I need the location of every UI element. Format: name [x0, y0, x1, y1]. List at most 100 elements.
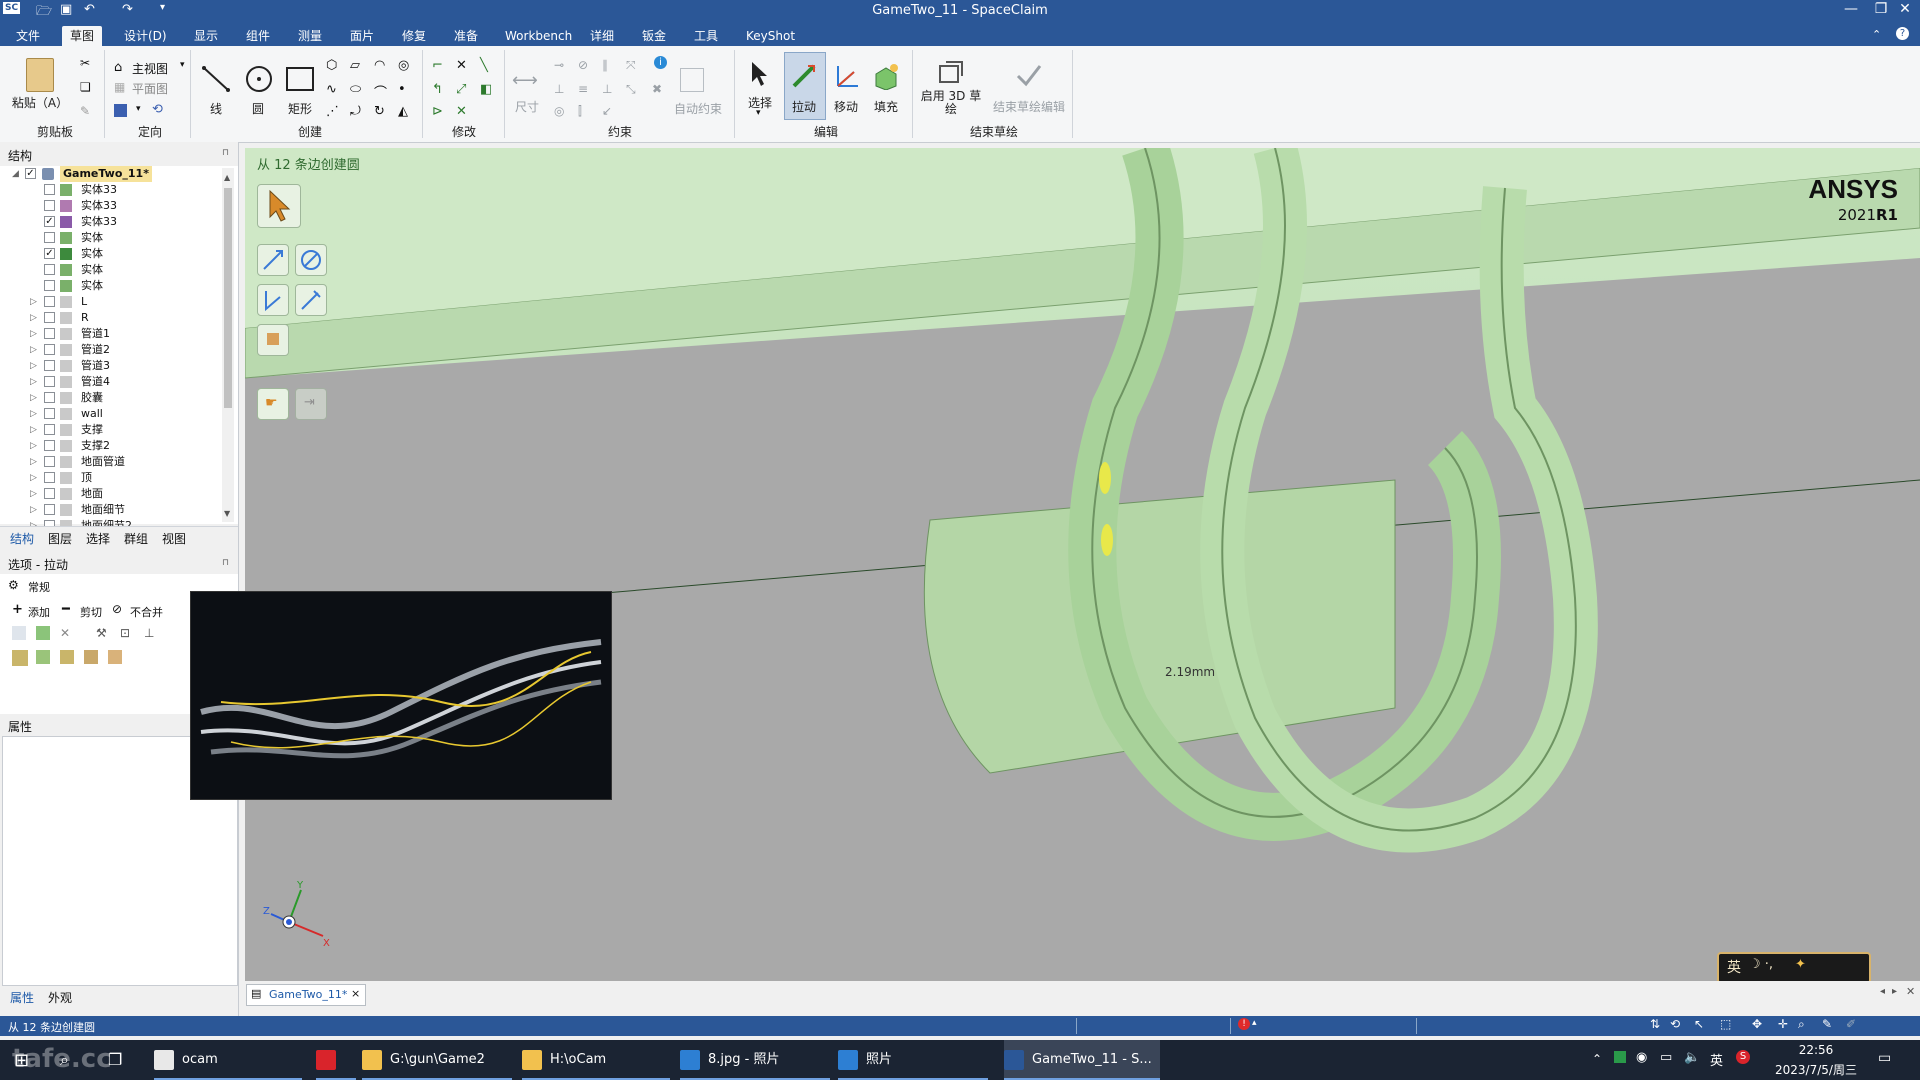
- view-dropdown-icon[interactable]: ▾: [136, 104, 141, 114]
- draft-icon[interactable]: [108, 650, 122, 664]
- enable-3d-sketch-label[interactable]: 启用 3D 草绘: [916, 90, 986, 116]
- tree-item[interactable]: ✓ 实体: [0, 246, 220, 262]
- offset-face-icon[interactable]: [12, 650, 28, 666]
- tab-workbench[interactable]: Workbench: [497, 26, 580, 46]
- move-tool-label[interactable]: 移动: [828, 98, 864, 115]
- circle-tool-label[interactable]: 圆: [246, 100, 270, 117]
- select-dropdown-icon[interactable]: ▾: [756, 108, 761, 118]
- pan-icon[interactable]: ✛: [1778, 1017, 1788, 1031]
- no-merge-icon[interactable]: ⊘: [112, 602, 122, 616]
- visibility-checkbox[interactable]: [44, 424, 55, 435]
- rotate-icon[interactable]: ⟲: [1670, 1017, 1680, 1031]
- sweep-arc-icon[interactable]: ◠: [374, 58, 385, 73]
- dimension-readout[interactable]: 2.19mm: [1165, 665, 1215, 679]
- ellipse-alt-icon[interactable]: ⬭: [350, 82, 361, 97]
- end-sketch-check-icon[interactable]: [1014, 60, 1044, 90]
- visibility-checkbox[interactable]: [44, 312, 55, 323]
- tree-item[interactable]: ▷ 地面管道: [0, 454, 220, 470]
- expand-icon[interactable]: ▷: [30, 502, 40, 518]
- ruler-icon[interactable]: ✕: [60, 626, 70, 640]
- tangent-icon[interactable]: ⊘: [578, 58, 588, 72]
- fill-tool-label[interactable]: 填充: [868, 98, 904, 115]
- tree-item[interactable]: 实体: [0, 262, 220, 278]
- minimize-button[interactable]: —: [1836, 1, 1866, 17]
- cursor-select-icon[interactable]: ↖: [1694, 1017, 1704, 1031]
- up-to-icon[interactable]: ⊥: [144, 626, 154, 640]
- taskbar-app[interactable]: [316, 1040, 356, 1080]
- project-icon[interactable]: ⤢: [456, 82, 466, 97]
- pivot-guide-button[interactable]: [295, 244, 327, 276]
- equal-icon[interactable]: ≡: [578, 82, 588, 96]
- spin-icon[interactable]: ⇅: [1650, 1017, 1660, 1031]
- 3d-viewport[interactable]: 2.19mm 从 12 条边创建圆 ANSYS 2021 R1 ☛ ⇥ Y X …: [245, 148, 1920, 981]
- tree-item[interactable]: ▷ 管道4: [0, 374, 220, 390]
- tab-assembly[interactable]: 组件: [238, 26, 278, 46]
- tab-scroll-right-icon[interactable]: ▸: [1892, 986, 1897, 997]
- close-tab-icon[interactable]: ×: [351, 987, 360, 1000]
- home-view-dropdown-icon[interactable]: ▾: [180, 60, 185, 70]
- error-icon[interactable]: !: [1238, 1018, 1250, 1030]
- visibility-checkbox[interactable]: [44, 472, 55, 483]
- taskbar-app[interactable]: G:\gun\Game2: [362, 1040, 512, 1080]
- tray-browser-icon[interactable]: ◉: [1636, 1050, 1647, 1065]
- close-doc-icon[interactable]: ✕: [1906, 985, 1915, 998]
- visibility-checkbox[interactable]: [44, 280, 55, 291]
- scroll-up-icon[interactable]: ▲: [224, 174, 232, 182]
- tree-item[interactable]: ▷ wall: [0, 406, 220, 422]
- eraser-icon[interactable]: ✐: [1846, 1017, 1856, 1031]
- point-icon[interactable]: •: [398, 82, 406, 97]
- visibility-checkbox[interactable]: [44, 264, 55, 275]
- tree-item[interactable]: ▷ 胶囊: [0, 390, 220, 406]
- network-icon[interactable]: ▭: [1660, 1050, 1672, 1065]
- taskbar-app[interactable]: 8.jpg - 照片: [680, 1040, 830, 1080]
- polygon-icon[interactable]: ⬡: [326, 58, 337, 73]
- help-icon[interactable]: ?: [1896, 27, 1909, 40]
- paste-button[interactable]: 粘贴（A）: [8, 94, 72, 111]
- tab-facets[interactable]: 面片: [342, 26, 382, 46]
- moon-icon[interactable]: ☽ ·,: [1749, 957, 1773, 972]
- concentric-icon[interactable]: ◎: [554, 104, 564, 118]
- tree-item[interactable]: ▷ 顶: [0, 470, 220, 486]
- tree-item[interactable]: ▷ 地面: [0, 486, 220, 502]
- construction-line-icon[interactable]: ⋰: [326, 104, 339, 119]
- taskbar-app[interactable]: ocam: [154, 1040, 302, 1080]
- copy-curve-icon[interactable]: ◧: [480, 82, 492, 97]
- visibility-checkbox[interactable]: ✓: [44, 248, 55, 259]
- spline-icon[interactable]: ∿: [326, 82, 337, 97]
- pull-handle-bottom[interactable]: [1101, 524, 1113, 556]
- visibility-checkbox[interactable]: [44, 456, 55, 467]
- tree-item[interactable]: ▷ 地面细节: [0, 502, 220, 518]
- pull-both-icon[interactable]: [36, 626, 50, 640]
- tab-sheetmetal[interactable]: 钣金: [634, 26, 674, 46]
- box-select-icon[interactable]: ⬚: [1720, 1017, 1731, 1031]
- tab-repair[interactable]: 修复: [394, 26, 434, 46]
- visibility-checkbox[interactable]: [44, 440, 55, 451]
- revolve-icon[interactable]: [60, 650, 74, 664]
- orbit-icon[interactable]: ✥: [1752, 1017, 1762, 1031]
- input-language[interactable]: 英: [1710, 1050, 1723, 1069]
- face-curve-icon[interactable]: ◭: [398, 104, 408, 119]
- trim-icon[interactable]: ✕: [456, 58, 467, 73]
- add-option[interactable]: 添加: [28, 604, 50, 620]
- horizontal-icon[interactable]: ⊥: [554, 82, 564, 96]
- ime-widget[interactable]: 英 ☽ ·, ✦: [1717, 952, 1871, 981]
- expand-icon[interactable]: ▷: [30, 390, 40, 406]
- pull-direction-icon[interactable]: [12, 626, 26, 640]
- tab-tools[interactable]: 工具: [686, 26, 726, 46]
- arc-icon[interactable]: ↻: [374, 104, 385, 119]
- delete-constraint-icon[interactable]: ✖: [652, 82, 662, 96]
- clock-time[interactable]: 22:56: [1776, 1043, 1856, 1057]
- tab-properties[interactable]: 属性: [10, 989, 34, 1006]
- visibility-checkbox[interactable]: [44, 200, 55, 211]
- cut-option-icon[interactable]: ━: [62, 602, 70, 617]
- parallel-icon[interactable]: ∥: [602, 58, 608, 72]
- visibility-checkbox[interactable]: [44, 504, 55, 515]
- taskbar-app[interactable]: 照片: [838, 1040, 988, 1080]
- pull-tool-icon[interactable]: [790, 62, 818, 90]
- scroll-down-icon[interactable]: ▼: [224, 510, 232, 518]
- visibility-checkbox[interactable]: [44, 184, 55, 195]
- tool-option-disabled-button[interactable]: ⇥: [295, 388, 327, 420]
- coincident-icon[interactable]: ⊸: [554, 58, 564, 72]
- pin-icon[interactable]: ⊓: [222, 148, 229, 158]
- tree-item[interactable]: ▷ R: [0, 310, 220, 326]
